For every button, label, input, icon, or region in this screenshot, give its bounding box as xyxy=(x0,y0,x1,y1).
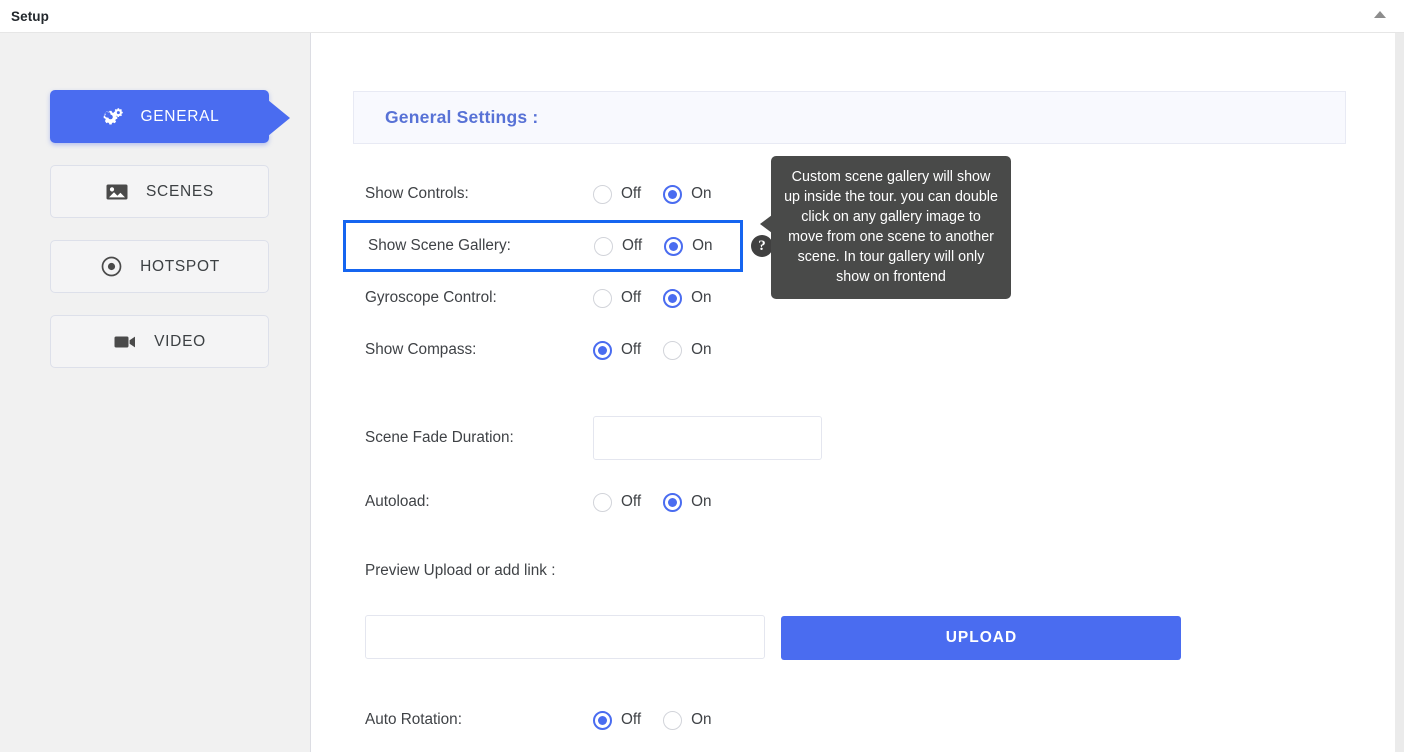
gyroscope-control-radios: Off On xyxy=(593,288,712,308)
show-compass-on[interactable]: On xyxy=(663,340,712,360)
show-scene-gallery-off[interactable]: Off xyxy=(594,236,643,256)
scene-fade-duration-input[interactable] xyxy=(593,416,822,460)
radio-on-label: On xyxy=(691,185,712,202)
sidebar-item-video[interactable]: VIDEO xyxy=(50,315,269,368)
preview-upload-label: Preview Upload or add link : xyxy=(365,562,556,579)
preview-upload-input[interactable] xyxy=(365,615,765,659)
radio-off-icon xyxy=(593,340,612,360)
image-icon xyxy=(105,180,129,204)
radio-off-icon xyxy=(593,184,612,204)
radio-off-icon xyxy=(593,492,612,512)
sidebar-item-label: HOTSPOT xyxy=(140,257,220,275)
radio-off-icon xyxy=(594,236,613,256)
auto-rotation-radios: Off On xyxy=(593,710,712,730)
gyroscope-control-label: Gyroscope Control: xyxy=(365,289,497,306)
row-scene-fade-duration: Scene Fade Duration: xyxy=(353,400,1353,476)
radio-on-label: On xyxy=(691,289,712,306)
autoload-on[interactable]: On xyxy=(663,492,712,512)
sidebar-nav: GENERAL SCENES HOTSPOT VIDEO xyxy=(0,90,310,368)
autoload-radios: Off On xyxy=(593,492,712,512)
cogs-icon xyxy=(100,105,124,129)
row-show-scene-gallery[interactable]: Show Scene Gallery: Off On ? Custom scen… xyxy=(343,156,1011,299)
general-settings-form: Show Controls: Off On Show Scene Gallery… xyxy=(343,156,1353,746)
show-controls-on[interactable]: On xyxy=(663,184,712,204)
sidebar-item-scenes[interactable]: SCENES xyxy=(50,165,269,218)
page-title: Setup xyxy=(11,8,50,24)
radio-on-icon xyxy=(663,710,683,730)
auto-rotation-on[interactable]: On xyxy=(663,710,712,730)
row-gyroscope-control: Gyroscope Control: Off On xyxy=(353,272,1353,324)
row-auto-rotation: Auto Rotation: Off On xyxy=(353,694,1353,746)
show-scene-gallery-radios: Off On xyxy=(594,236,713,256)
show-compass-radios: Off On xyxy=(593,340,712,360)
video-icon xyxy=(113,330,137,354)
help-icon[interactable]: ? xyxy=(751,235,773,257)
radio-on-icon xyxy=(663,184,683,204)
autoload-label: Autoload: xyxy=(365,493,430,510)
radio-on-icon xyxy=(663,288,683,308)
autoload-off[interactable]: Off xyxy=(593,492,642,512)
row-autoload: Autoload: Off On xyxy=(353,476,1353,528)
show-scene-gallery-on[interactable]: On xyxy=(664,236,713,256)
auto-rotation-label: Auto Rotation: xyxy=(365,711,462,728)
sidebar: GENERAL SCENES HOTSPOT VIDEO xyxy=(0,33,311,752)
row-show-compass: Show Compass: Off On xyxy=(353,324,1353,376)
radio-on-label: On xyxy=(691,341,712,358)
general-settings-heading: General Settings : xyxy=(385,107,539,127)
show-scene-gallery-label: Show Scene Gallery: xyxy=(368,237,511,254)
gyroscope-control-off[interactable]: Off xyxy=(593,288,642,308)
radio-on-label: On xyxy=(691,711,712,728)
auto-rotation-off[interactable]: Off xyxy=(593,710,642,730)
radio-on-label: On xyxy=(691,493,712,510)
radio-off-label: Off xyxy=(621,493,642,510)
sidebar-item-label: SCENES xyxy=(146,182,214,200)
gyroscope-control-on[interactable]: On xyxy=(663,288,712,308)
radio-off-label: Off xyxy=(622,237,643,254)
radio-on-icon xyxy=(663,492,683,512)
radio-off-icon xyxy=(593,288,612,308)
sidebar-item-label: GENERAL xyxy=(140,107,220,125)
preview-upload-group: Preview Upload or add link : UPLOAD xyxy=(353,562,1353,660)
show-compass-off[interactable]: Off xyxy=(593,340,642,360)
main-content: General Settings : Show Controls: Off On xyxy=(311,33,1404,752)
radio-off-icon xyxy=(593,710,612,730)
radio-on-label: On xyxy=(692,237,713,254)
show-controls-radios: Off On xyxy=(593,184,712,204)
app-shell: GENERAL SCENES HOTSPOT VIDEO General Set… xyxy=(0,33,1404,752)
radio-off-label: Off xyxy=(621,289,642,306)
radio-off-label: Off xyxy=(621,341,642,358)
sidebar-item-label: VIDEO xyxy=(154,332,206,350)
scene-fade-duration-label: Scene Fade Duration: xyxy=(365,429,514,446)
show-controls-off[interactable]: Off xyxy=(593,184,642,204)
upload-button[interactable]: UPLOAD xyxy=(781,616,1182,660)
general-settings-header: General Settings : xyxy=(353,91,1346,144)
top-bar: Setup xyxy=(0,0,1404,33)
show-compass-label: Show Compass: xyxy=(365,341,477,358)
radio-off-label: Off xyxy=(621,185,642,202)
radio-on-icon xyxy=(663,340,683,360)
caret-up-icon[interactable] xyxy=(1374,11,1386,18)
radio-off-label: Off xyxy=(621,711,642,728)
sidebar-item-general[interactable]: GENERAL xyxy=(50,90,290,143)
sidebar-item-hotspot[interactable]: HOTSPOT xyxy=(50,240,269,293)
radio-on-icon xyxy=(664,236,684,256)
dot-circle-icon xyxy=(99,255,123,279)
show-controls-label: Show Controls: xyxy=(365,185,469,202)
